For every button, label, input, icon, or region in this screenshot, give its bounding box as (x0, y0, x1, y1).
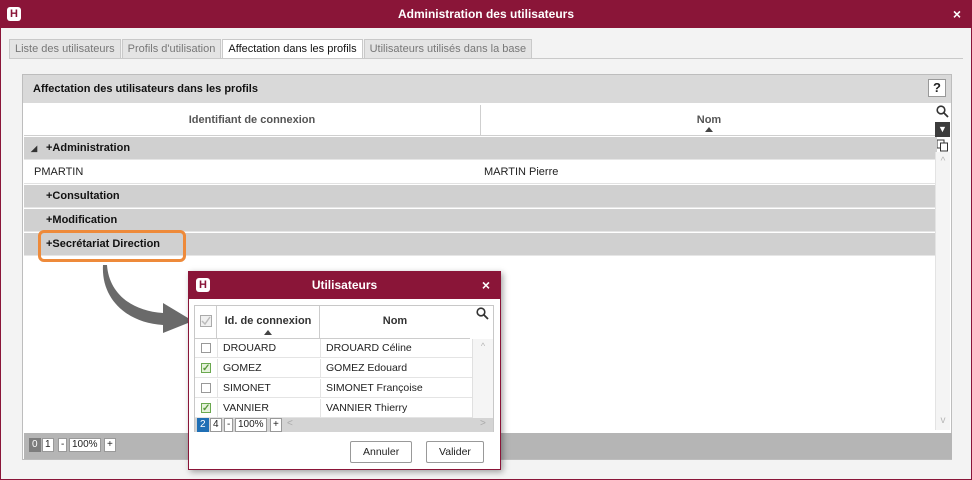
scroll-up-icon[interactable]: ^ (473, 341, 493, 351)
column-header-name-label: Nom (696, 114, 722, 126)
row-login: GOMEZ (223, 362, 262, 374)
row-login: VANNIER (223, 402, 269, 414)
zoom-out-button[interactable]: - (224, 418, 234, 432)
column-header-login[interactable]: Identifiant de connexion (24, 105, 481, 136)
row-checkbox[interactable] (201, 383, 211, 393)
help-button[interactable]: ? (928, 79, 946, 97)
list-item[interactable]: GOMEZ GOMEZ Edouard (195, 359, 472, 378)
row-checkbox[interactable] (201, 399, 211, 418)
total-count[interactable]: 4 (210, 418, 222, 432)
validate-button[interactable]: Valider (426, 441, 484, 463)
tab-users-in-base[interactable]: Utilisateurs utilisés dans la base (363, 39, 533, 58)
scroll-up-icon[interactable]: ^ (936, 156, 950, 167)
zoom-level[interactable]: 100% (69, 438, 101, 452)
group-row-consultation[interactable]: +Consultation (24, 185, 937, 208)
page-count-0[interactable]: 0 (29, 438, 41, 452)
sort-ascending-icon (264, 330, 272, 335)
tab-profile-assignment[interactable]: Affectation dans les profils (222, 39, 363, 59)
close-icon[interactable]: × (953, 1, 961, 28)
users-dialog: H Utilisateurs × Id. de connexion Nom DR… (188, 271, 501, 470)
row-name: DROUARD Céline (326, 342, 412, 354)
column-header-name[interactable]: Nom (481, 105, 937, 136)
select-all-checkbox[interactable] (195, 306, 217, 339)
sort-desc-icon[interactable]: ▼ (935, 122, 950, 137)
tab-usage-profiles[interactable]: Profils d'utilisation (121, 39, 222, 58)
dialog-title-bar: H Utilisateurs × (189, 272, 500, 299)
group-row-modification[interactable]: +Modification (24, 209, 937, 232)
row-checkbox[interactable] (201, 343, 211, 353)
tab-divider (9, 58, 963, 59)
zoom-in-button[interactable]: + (104, 438, 116, 452)
row-checkbox[interactable] (201, 359, 211, 378)
tab-user-list[interactable]: Liste des utilisateurs (9, 39, 121, 58)
scroll-left-icon[interactable]: < (287, 418, 293, 429)
triangle-expanded-icon[interactable]: ◢ (31, 137, 37, 160)
side-toolbar: ▼ (935, 105, 950, 156)
zoom-out-button[interactable]: - (58, 438, 68, 452)
tab-bar: Liste des utilisateurs Profils d'utilisa… (9, 39, 533, 59)
row-login: SIMONET (223, 382, 271, 394)
row-name: SIMONET Françoise (326, 382, 423, 394)
users-table: Id. de connexion Nom DROUARD DROUARD Cél… (194, 305, 494, 432)
list-item[interactable]: VANNIER VANNIER Thierry (195, 399, 472, 418)
row-name: GOMEZ Edouard (326, 362, 408, 374)
list-item[interactable]: SIMONET SIMONET Françoise (195, 379, 472, 398)
scroll-right-icon[interactable]: > (480, 418, 486, 429)
column-header-login-label: Id. de connexion (224, 315, 312, 327)
column-header-name-label: Nom (382, 315, 408, 327)
row-login: PMARTIN (34, 166, 84, 178)
column-header-login[interactable]: Id. de connexion (217, 306, 320, 339)
group-label: +Consultation (46, 190, 120, 202)
group-label: +Administration (46, 142, 131, 154)
column-header-name[interactable]: Nom (320, 306, 470, 339)
window-title: Administration des utilisateurs (397, 7, 575, 21)
admin-window: H Administration des utilisateurs × List… (0, 0, 972, 480)
row-login: DROUARD (223, 342, 277, 354)
panel-title: Affectation des utilisateurs dans les pr… (33, 83, 258, 95)
vertical-scrollbar[interactable]: ^ v (935, 152, 950, 430)
selected-count[interactable]: 2 (197, 418, 209, 432)
scroll-down-icon[interactable]: v (936, 415, 950, 426)
close-icon[interactable]: × (482, 272, 490, 299)
row-name: VANNIER Thierry (326, 402, 408, 414)
zoom-in-button[interactable]: + (270, 418, 282, 432)
group-label: +Modification (46, 214, 118, 226)
list-item[interactable]: DROUARD DROUARD Céline (195, 339, 472, 358)
dialog-title: Utilisateurs (311, 278, 378, 292)
column-header-login-label: Identifiant de connexion (188, 114, 316, 126)
row-name: MARTIN Pierre (484, 166, 559, 178)
dialog-table-footer: 2 4 - 100% + < > (195, 418, 493, 432)
search-icon[interactable] (935, 105, 950, 120)
page-count-1[interactable]: 1 (42, 438, 54, 452)
panel-header: Affectation des utilisateurs dans les pr… (23, 75, 951, 103)
sort-ascending-icon (705, 127, 713, 132)
highlight-callout (38, 230, 186, 262)
title-bar: H Administration des utilisateurs × (1, 1, 971, 28)
group-row-administration[interactable]: ◢ +Administration (24, 137, 937, 160)
curved-arrow-icon (102, 265, 193, 333)
cancel-button[interactable]: Annuler (350, 441, 413, 463)
search-icon[interactable] (473, 306, 491, 324)
table-row[interactable]: PMARTIN MARTIN Pierre (24, 161, 937, 184)
zoom-level[interactable]: 100% (235, 418, 267, 432)
